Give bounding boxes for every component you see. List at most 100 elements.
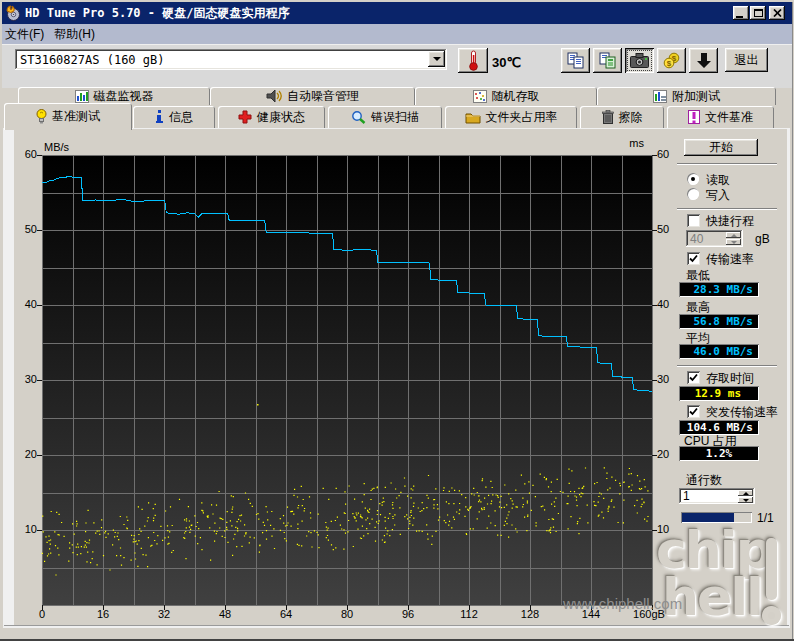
health-cross-icon [238, 110, 252, 124]
copy-image-icon [599, 52, 616, 69]
focus-rect [628, 51, 651, 70]
chiphell-logo-bar [766, 538, 777, 600]
tab-label: 擦除 [619, 109, 643, 126]
temperature-button[interactable] [458, 48, 488, 73]
exit-button-label: 退出 [735, 52, 759, 69]
y-axis-right-label-50: 50 [657, 223, 687, 236]
tab-noise-management[interactable]: 自动噪音管理 [210, 87, 415, 105]
access-time-value: 12.9 ms [679, 386, 759, 401]
tab-label: 随机存取 [492, 88, 540, 105]
app-icon [5, 5, 21, 21]
x-axis-label-16: 16 [83, 608, 123, 620]
tab-file-benchmark[interactable]: 文件基准 [667, 106, 774, 128]
y-axis-left-label-60: 60 [11, 148, 37, 161]
chevron-down-icon [433, 57, 441, 61]
tab-erase[interactable]: 擦除 [580, 106, 664, 128]
burst-rate-checkbox[interactable] [687, 405, 700, 418]
check-icon [689, 254, 698, 263]
separator-2 [677, 208, 777, 210]
tab-extra-tests[interactable]: 附加测试 [597, 87, 776, 105]
y-axis-right-label-40: 40 [657, 298, 687, 311]
x-axis-label-48: 48 [205, 608, 245, 620]
tab-error-scan[interactable]: 错误扫描 [328, 106, 442, 128]
exit-button[interactable]: 退出 [725, 48, 768, 72]
magnifier-icon [351, 110, 366, 124]
start-button-label: 开始 [709, 139, 733, 156]
copy-image-button[interactable] [593, 48, 622, 73]
menu-file[interactable]: 文件(F) [2, 24, 51, 44]
coins-icon: $$ [663, 52, 681, 69]
tab-info[interactable]: 信息 [133, 106, 215, 128]
close-button[interactable] [769, 6, 785, 20]
min-value: 28.3 MB/s [679, 282, 759, 297]
start-button[interactable]: 开始 [684, 139, 758, 156]
y-axis-left-label-50: 50 [11, 223, 37, 236]
access-time-checkbox[interactable] [687, 371, 700, 384]
read-radio[interactable] [687, 173, 699, 185]
write-radio-label: 写入 [706, 187, 730, 204]
burst-rate-label: 突发传输速率 [706, 404, 778, 421]
check-icon [689, 373, 698, 382]
x-axis-label-64: 64 [266, 608, 306, 620]
spin-down-button[interactable] [726, 239, 741, 245]
y-axis-left-label-30: 30 [11, 373, 37, 386]
x-axis-label-80: 80 [327, 608, 367, 620]
tab-label: 自动噪音管理 [287, 88, 359, 105]
window-right-edge [792, 2, 793, 639]
tab-label: 磁盘监视器 [94, 88, 154, 105]
read-radio-dot [691, 177, 695, 181]
tab-random-access[interactable]: 随机存取 [415, 87, 597, 105]
separator-3 [677, 365, 777, 367]
close-icon [773, 9, 782, 17]
pass-count-value: 1 [683, 489, 690, 503]
tab-health[interactable]: 健康状态 [218, 106, 325, 128]
drive-select[interactable]: ST3160827AS (160 gB) [15, 49, 447, 70]
pass-count-label: 通行数 [686, 472, 722, 489]
trash-icon [602, 110, 614, 124]
pass-count-stepper[interactable]: 1 [679, 488, 755, 504]
title-bar[interactable]: HD Tune Pro 5.70 - 硬盘/固态硬盘实用程序 [2, 2, 792, 24]
copy-text-icon [567, 52, 584, 69]
menu-bar: 文件(F) 帮助(H) [2, 24, 792, 44]
folder-icon [465, 111, 481, 124]
minimize-button[interactable] [733, 6, 749, 20]
tab-label: 基准测试 [52, 108, 100, 125]
cpu-value: 1.2% [679, 446, 759, 461]
svg-text:$: $ [666, 59, 671, 68]
maximize-button[interactable] [750, 6, 766, 20]
y-axis-right-title: ms [600, 137, 644, 149]
x-axis-label-32: 32 [144, 608, 184, 620]
screenshot-button[interactable] [625, 48, 654, 73]
short-stroke-value: 40 [690, 232, 703, 246]
transfer-rate-checkbox[interactable] [687, 252, 700, 265]
write-radio[interactable] [687, 188, 699, 200]
x-axis-label-112: 112 [449, 608, 489, 620]
tab-label: 错误扫描 [371, 109, 419, 126]
check-icon [689, 407, 698, 416]
tab-label: 信息 [169, 109, 193, 126]
separator-1 [677, 163, 777, 165]
menu-help[interactable]: 帮助(H) [51, 24, 102, 44]
drive-select-dropdown-button[interactable] [428, 51, 445, 67]
drive-select-value: ST3160827AS (160 gB) [20, 53, 165, 67]
short-stroke-stepper[interactable]: 40 [686, 230, 743, 247]
short-stroke-checkbox[interactable] [687, 214, 700, 227]
pass-spin-down-button[interactable] [738, 497, 753, 503]
download-button[interactable] [689, 48, 718, 73]
short-stroke-label: 快捷行程 [706, 213, 754, 230]
tab-label: 健康状态 [257, 109, 305, 126]
spin-up-button[interactable] [726, 232, 741, 238]
y-axis-left-label-20: 20 [11, 448, 37, 461]
tab-benchmark[interactable]: 基准测试 [4, 103, 132, 130]
maximize-icon [754, 9, 763, 17]
info-icon [155, 110, 164, 124]
tab-label: 文件基准 [705, 109, 753, 126]
registration-button[interactable]: $$ [657, 48, 686, 73]
x-axis-label-128: 128 [510, 608, 550, 620]
access-time-label: 存取时间 [706, 370, 754, 387]
chiphell-logo-ring [762, 606, 781, 625]
benchmark-chart [34, 147, 660, 614]
pass-spin-up-button[interactable] [738, 490, 753, 496]
copy-text-button[interactable] [561, 48, 590, 73]
tab-folder-usage[interactable]: 文件夹占用率 [445, 106, 577, 128]
